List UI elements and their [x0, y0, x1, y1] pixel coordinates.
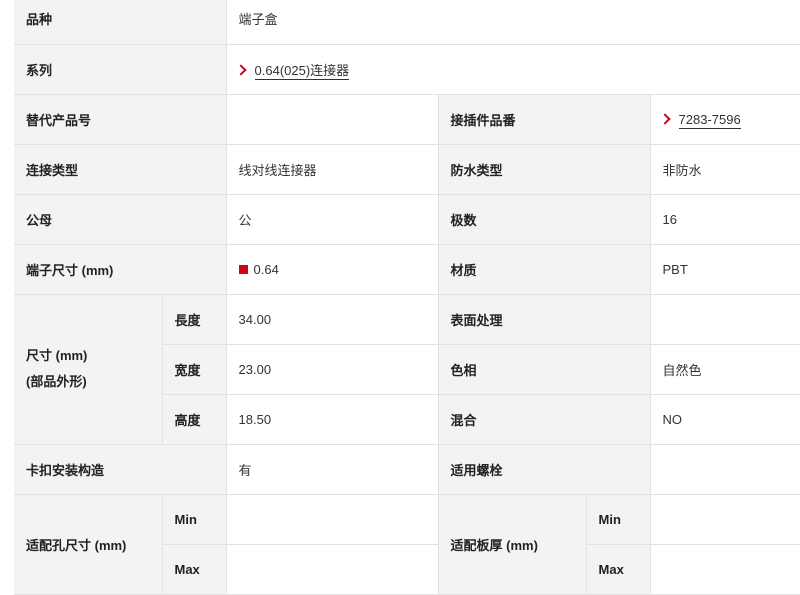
value-alt-part — [226, 94, 439, 145]
red-square-icon — [238, 264, 248, 274]
value-waterproof: 非防水 — [650, 144, 800, 195]
value-plate-min — [650, 494, 800, 545]
value-color: 自然色 — [650, 344, 800, 395]
label-waterproof: 防水类型 — [438, 144, 651, 195]
value-connection-type: 线对线连接器 — [226, 144, 439, 195]
spec-row-alt-part: 替代产品号 接插件品番 7283-7596 — [14, 94, 800, 145]
value-gender: 公 — [226, 194, 439, 245]
label-connection-type: 连接类型 — [14, 144, 227, 195]
label-color: 色相 — [438, 344, 651, 395]
label-connector-part: 接插件品番 — [438, 94, 651, 145]
value-plate-max — [650, 544, 800, 595]
value-hole-min — [226, 494, 439, 545]
chevron-right-icon — [658, 112, 671, 125]
value-type: 端子盒 — [226, 0, 800, 45]
value-width: 23.00 — [226, 344, 439, 395]
label-snap-fit: 卡扣安装构造 — [14, 444, 227, 495]
spec-row-gender: 公母 公 极数 16 — [14, 194, 800, 245]
spec-row-terminal-size: 端子尺寸 (mm) 0.64 材质 PBT — [14, 244, 800, 295]
spec-row-connection: 连接类型 线对线连接器 防水类型 非防水 — [14, 144, 800, 195]
value-series: 0.64(025)连接器 — [226, 44, 800, 95]
spec-row-snap-fit: 卡扣安装构造 有 适用螺栓 — [14, 444, 800, 495]
label-mix: 混合 — [438, 394, 651, 445]
label-length: 長度 — [162, 294, 227, 345]
label-surface: 表面处理 — [438, 294, 651, 345]
value-terminal-size: 0.64 — [226, 244, 439, 295]
spec-row-length: 尺寸 (mm) (部品外形) 長度 34.00 表面处理 — [14, 294, 800, 445]
value-poles: 16 — [650, 194, 800, 245]
label-hole-max: Max — [162, 544, 227, 595]
label-dimensions: 尺寸 (mm) (部品外形) — [14, 294, 163, 445]
label-bolt: 适用螺栓 — [438, 444, 651, 495]
value-mix: NO — [650, 394, 800, 445]
value-hole-max — [226, 544, 439, 595]
value-length: 34.00 — [226, 294, 439, 345]
label-plate-thickness: 适配板厚 (mm) — [438, 494, 587, 595]
value-material: PBT — [650, 244, 800, 295]
spec-row-series: 系列 0.64(025)连接器 — [14, 44, 800, 95]
label-gender: 公母 — [14, 194, 227, 245]
dimensions-label-line2: (部品外形) — [26, 374, 87, 389]
value-height: 18.50 — [226, 394, 439, 445]
label-hole-min: Min — [162, 494, 227, 545]
label-poles: 极数 — [438, 194, 651, 245]
terminal-size-text: 0.64 — [253, 261, 279, 277]
label-plate-min: Min — [586, 494, 651, 545]
dimensions-label-line1: 尺寸 (mm) — [26, 348, 88, 363]
label-width: 宽度 — [162, 344, 227, 395]
value-snap-fit: 有 — [226, 444, 439, 495]
connector-part-link[interactable]: 7283-7596 — [678, 111, 741, 129]
label-type: 品种 — [14, 0, 227, 45]
spec-table: 品种 端子盒 系列 0.64(025)连接器 替代产品号 接插件品番 7283-… — [14, 0, 800, 595]
label-material: 材质 — [438, 244, 651, 295]
label-series: 系列 — [14, 44, 227, 95]
value-connector-part: 7283-7596 — [650, 94, 800, 145]
spec-row-fit-min: 适配孔尺寸 (mm) Min 适配板厚 (mm) Min — [14, 494, 800, 595]
label-plate-max: Max — [586, 544, 651, 595]
value-bolt — [650, 444, 800, 495]
chevron-right-icon — [234, 63, 247, 76]
label-height: 高度 — [162, 394, 227, 445]
label-terminal-size: 端子尺寸 (mm) — [14, 244, 227, 295]
label-hole-size: 适配孔尺寸 (mm) — [14, 494, 163, 595]
spec-row-type: 品种 端子盒 — [14, 0, 800, 45]
series-link[interactable]: 0.64(025)连接器 — [254, 62, 350, 80]
value-surface — [650, 294, 800, 345]
label-alt-part: 替代产品号 — [14, 94, 227, 145]
